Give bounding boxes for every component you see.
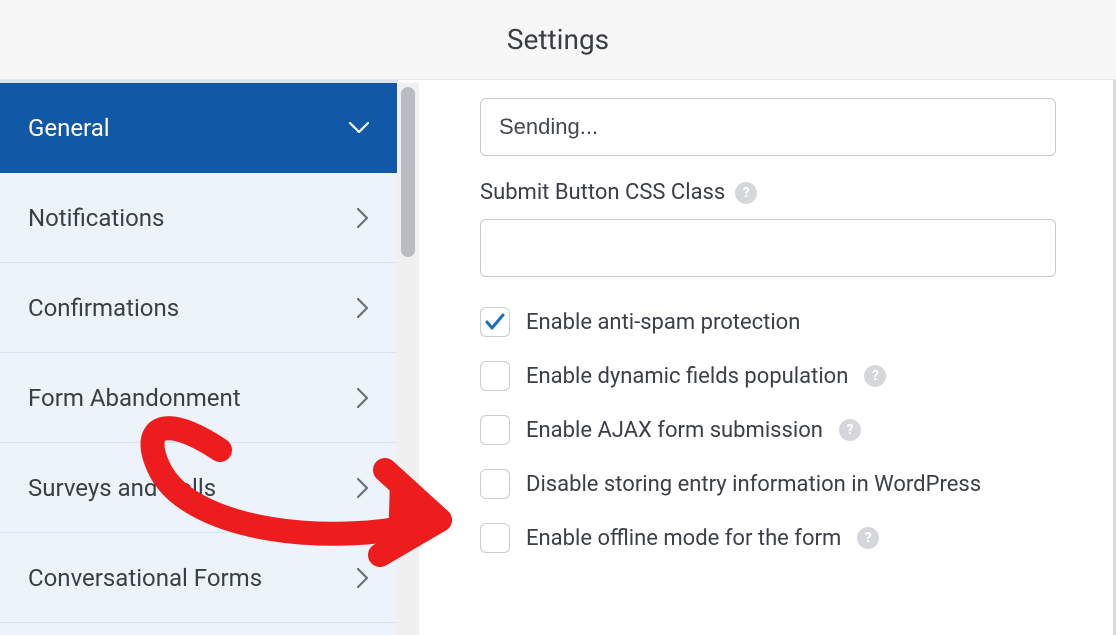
chevron-right-icon <box>357 298 369 318</box>
check-label: Enable offline mode for the form <box>526 526 841 551</box>
help-icon[interactable]: ? <box>839 419 861 441</box>
chevron-right-icon <box>357 208 369 228</box>
check-label: Enable anti-spam protection <box>526 310 800 335</box>
scrollbar-thumb[interactable] <box>401 87 415 257</box>
field-label: Submit Button CSS Class ? <box>480 180 1056 205</box>
sidebar-item-confirmations[interactable]: Confirmations <box>0 263 397 353</box>
chevron-right-icon <box>357 478 369 498</box>
check-label: Disable storing entry information in Wor… <box>526 472 981 497</box>
field-sending <box>480 98 1056 156</box>
check-disable-storing: Disable storing entry information in Wor… <box>480 469 1056 499</box>
sending-input[interactable] <box>480 98 1056 156</box>
scrollbar[interactable] <box>397 83 419 635</box>
help-icon[interactable]: ? <box>857 527 879 549</box>
check-offline-mode: Enable offline mode for the form ? <box>480 523 1056 553</box>
check-anti-spam: Enable anti-spam protection <box>480 307 1056 337</box>
checkbox[interactable] <box>480 307 510 337</box>
sidebar-item-label: Notifications <box>28 204 164 232</box>
sidebar-item-surveys-polls[interactable]: Surveys and Polls <box>0 443 397 533</box>
body: General Notifications Confirmations Form… <box>0 80 1116 635</box>
checkbox[interactable] <box>480 469 510 499</box>
chevron-right-icon <box>357 568 369 588</box>
checkbox[interactable] <box>480 361 510 391</box>
header: Settings <box>0 0 1116 80</box>
check-list: Enable anti-spam protection Enable dynam… <box>480 307 1056 553</box>
sidebar-item-label: Confirmations <box>28 294 179 322</box>
chevron-right-icon <box>357 388 369 408</box>
sidebar-item-general[interactable]: General <box>0 83 397 173</box>
sidebar-item-label: Surveys and Polls <box>28 474 216 502</box>
sidebar-item-label: Form Abandonment <box>28 384 241 412</box>
check-ajax: Enable AJAX form submission ? <box>480 415 1056 445</box>
sidebar-item-form-abandonment[interactable]: Form Abandonment <box>0 353 397 443</box>
sidebar-item-label: General <box>28 114 110 142</box>
css-class-input[interactable] <box>480 219 1056 277</box>
checkbox[interactable] <box>480 523 510 553</box>
sidebar-item-conversational-forms[interactable]: Conversational Forms <box>0 533 397 623</box>
checkbox[interactable] <box>480 415 510 445</box>
help-icon[interactable]: ? <box>735 182 757 204</box>
sidebar-item-notifications[interactable]: Notifications <box>0 173 397 263</box>
check-dynamic-fields: Enable dynamic fields population ? <box>480 361 1056 391</box>
help-icon[interactable]: ? <box>864 365 886 387</box>
check-label: Enable AJAX form submission <box>526 418 823 443</box>
field-css-class: Submit Button CSS Class ? <box>480 180 1056 277</box>
page-title: Settings <box>507 23 609 56</box>
check-label: Enable dynamic fields population <box>526 364 848 389</box>
chevron-down-icon <box>349 122 369 134</box>
sidebar-item-label: Conversational Forms <box>28 564 262 592</box>
css-class-label-text: Submit Button CSS Class <box>480 180 725 205</box>
settings-panel: Submit Button CSS Class ? Enable anti-sp… <box>420 80 1116 635</box>
sidebar: General Notifications Confirmations Form… <box>0 80 398 635</box>
